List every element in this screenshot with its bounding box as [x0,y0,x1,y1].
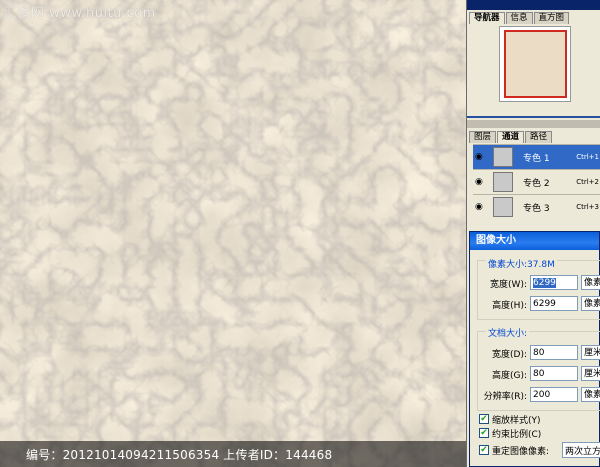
pixel-height-input[interactable]: 6299 [530,296,578,311]
channel-thumbnail [493,172,513,192]
doc-width-unit-select[interactable]: 厘米 [581,345,600,360]
navigator-preview[interactable] [499,26,571,102]
pixel-height-row: 高度(H): 6299 像素 [470,296,600,312]
pixel-width-row: 宽度(W): 6299 像素 [470,275,600,291]
constrain-proportions-checkbox[interactable]: ✔ 约束比例(C) [479,427,542,440]
pixel-dimensions-label: 像素大小:37.8M [486,257,557,270]
resolution-input[interactable]: 200 [530,387,578,402]
navigator-panel: 导航器 信息 直方图 [467,0,600,118]
channel-shortcut: Ctrl+3 [576,203,599,211]
resample-label: 重定图像像素: [492,446,550,457]
doc-height-label: 高度(G): [491,371,527,381]
doc-width-row: 宽度(D): 80 厘米 [470,345,600,361]
resolution-label: 分辨率(R): [483,392,527,402]
eye-icon[interactable]: ◉ [475,202,487,212]
tab-navigator[interactable]: 导航器 [469,12,505,24]
watermark-text: 汇图网 www.huitu.com [4,6,156,21]
image-canvas[interactable]: 汇图网 www.huitu.com 编号：2012101409421150635… [0,0,466,467]
panel-title-strip [467,0,600,10]
tab-histogram[interactable]: 直方图 [533,12,570,24]
eye-icon[interactable]: ◉ [475,152,487,162]
channels-tabs: 图层 通道 路径 [469,131,553,143]
pixel-height-unit-select[interactable]: 像素 [581,296,600,311]
tab-info[interactable]: 信息 [505,12,533,24]
channel-row-3[interactable]: ◉ 专色 3 Ctrl+3 [473,194,600,219]
channel-row-2[interactable]: ◉ 专色 2 Ctrl+2 [473,169,600,194]
resolution-row: 分辨率(R): 200 像素 [470,387,600,403]
caption-bar: 编号：20121014094211506354 上传者ID：144468 [0,441,466,467]
resample-checkbox[interactable]: ✔ 重定图像像素: [479,444,550,457]
doc-height-input[interactable]: 80 [530,366,578,381]
channel-thumbnail [493,147,513,167]
resolution-unit-select[interactable]: 像素 [581,387,600,402]
pixel-width-value: 6299 [533,278,556,288]
pixel-width-unit-select[interactable]: 像素 [581,275,600,290]
scale-styles-label: 缩放样式(Y) [492,415,541,426]
tab-channels[interactable]: 通道 [497,131,525,143]
channel-shortcut: Ctrl+2 [576,178,599,186]
tab-layers[interactable]: 图层 [469,131,497,143]
eye-icon[interactable]: ◉ [475,177,487,187]
dialog-title[interactable]: 图像大小 [470,232,599,250]
tab-paths[interactable]: 路径 [525,131,553,143]
resample-method-select[interactable]: 两次立方 [562,442,600,458]
checkmark-icon: ✔ [479,428,489,438]
channel-name: 专色 2 [523,178,550,189]
marble-texture [0,0,466,467]
doc-width-label: 宽度(D): [492,350,527,360]
navigator-view-box[interactable] [504,30,567,98]
channel-name: 专色 1 [523,153,550,164]
checkmark-icon: ✔ [479,445,489,455]
constrain-label: 约束比例(C) [492,429,542,440]
channel-row-1[interactable]: ◉ 专色 1 Ctrl+1 [473,144,600,169]
height-label: 高度(H): [492,301,527,311]
doc-width-input[interactable]: 80 [530,345,578,360]
channel-shortcut: Ctrl+1 [576,153,599,161]
channels-panel-strip [467,120,600,128]
doc-height-unit-select[interactable]: 厘米 [581,366,600,381]
image-size-dialog: 图像大小 像素大小:37.8M 宽度(W): 6299 像素 高度(H): 62… [469,231,600,467]
document-size-label: 文档大小: [486,326,530,339]
channel-thumbnail [493,197,513,217]
checkmark-icon: ✔ [479,414,489,424]
width-label: 宽度(W): [490,280,527,290]
channel-name: 专色 3 [523,203,550,214]
pixel-width-input[interactable]: 6299 [530,275,578,290]
scale-styles-checkbox[interactable]: ✔ 缩放样式(Y) [479,413,541,426]
doc-height-row: 高度(G): 80 厘米 [470,366,600,382]
navigator-tabs: 导航器 信息 直方图 [469,12,570,24]
